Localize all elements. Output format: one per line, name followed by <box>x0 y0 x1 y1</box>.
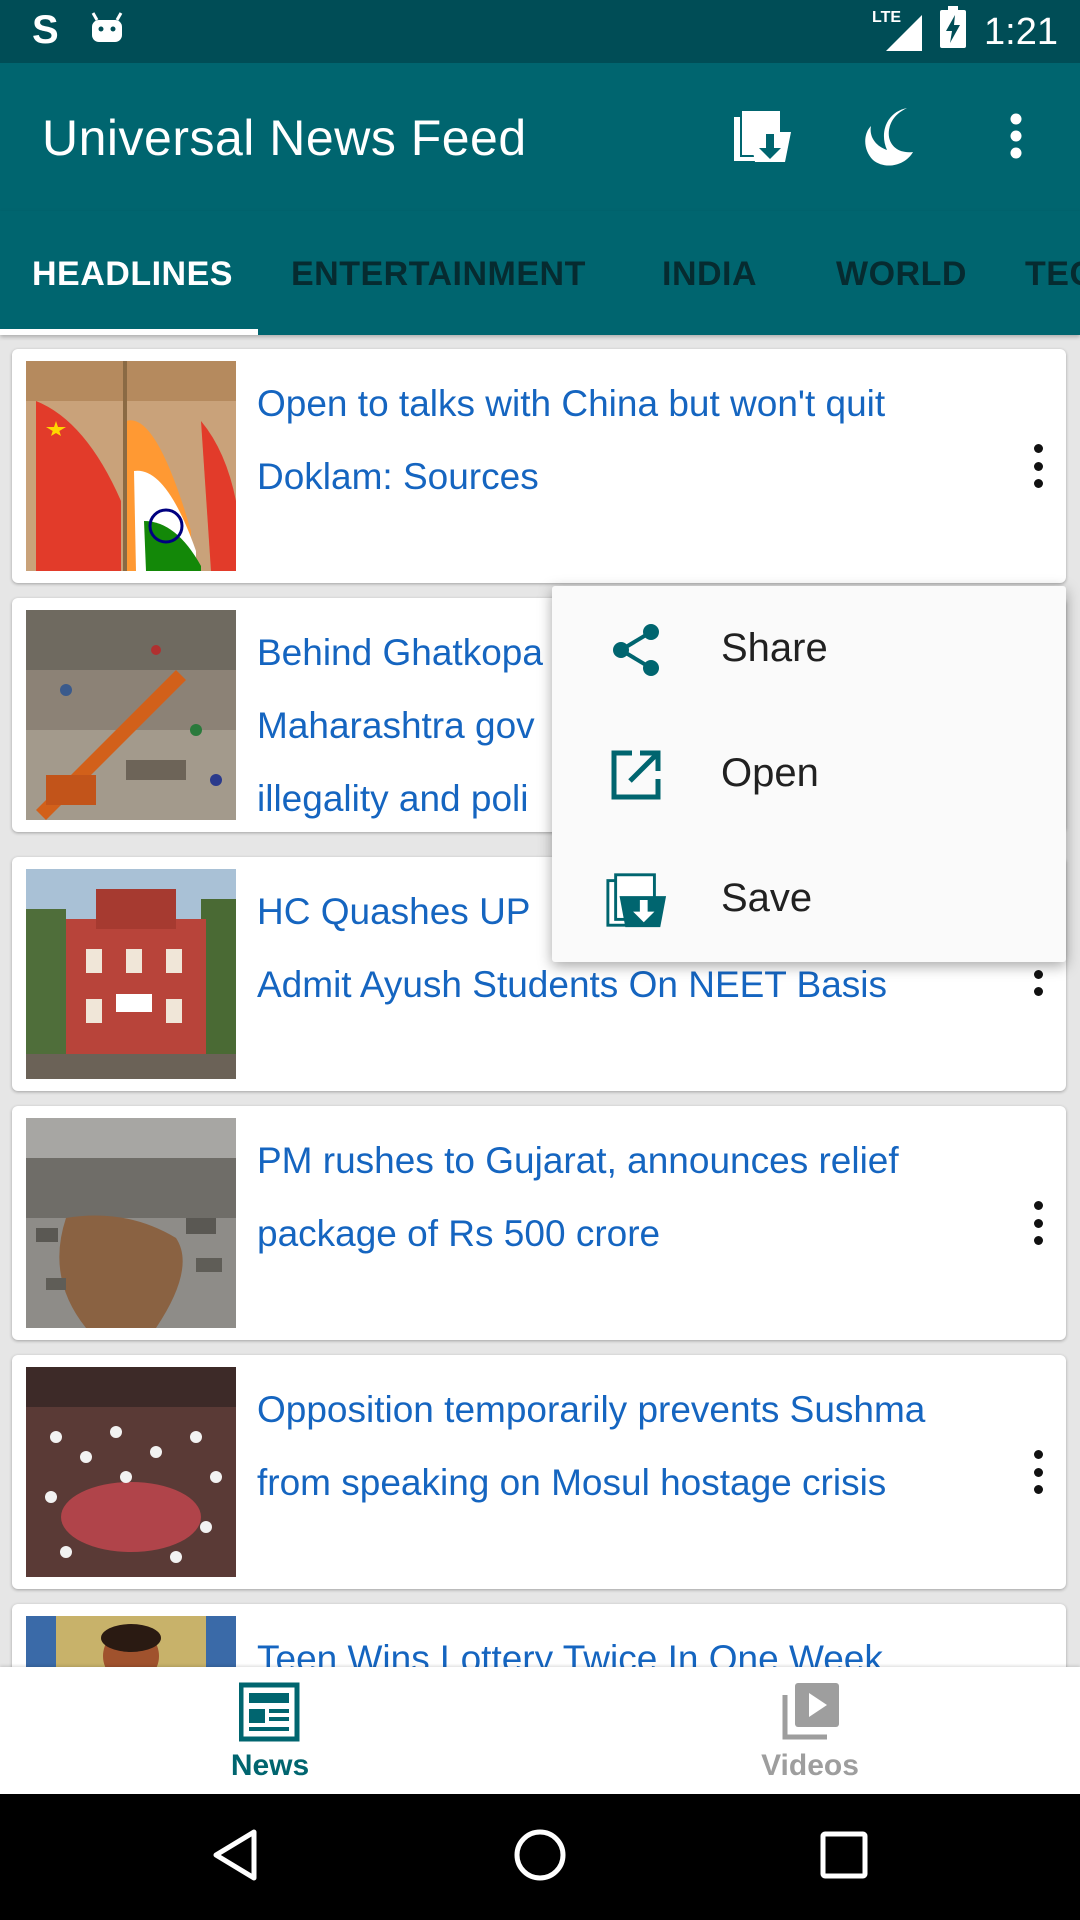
recents-icon <box>819 1830 869 1885</box>
category-tabs: HEADLINES ENTERTAINMENT INDIA WORLD TEC <box>0 211 1080 335</box>
article-headline[interactable]: PM rushes to Gujarat, announces relief p… <box>257 1124 997 1270</box>
home-button[interactable] <box>505 1822 575 1892</box>
article-thumbnail <box>26 1367 236 1577</box>
article-thumbnail <box>26 361 236 571</box>
lte-signal-icon: LTE <box>872 9 923 53</box>
newspaper-icon <box>235 1677 305 1747</box>
tab-headlines[interactable]: HEADLINES <box>32 255 233 294</box>
video-library-icon <box>775 1677 845 1747</box>
overflow-menu-button[interactable] <box>981 103 1051 173</box>
share-icon <box>604 618 668 682</box>
tab-world[interactable]: WORLD <box>836 255 967 294</box>
bottom-nav-label: Videos <box>761 1749 859 1782</box>
bottom-nav-news[interactable]: News <box>0 1667 540 1794</box>
menu-item-label: Save <box>721 876 813 920</box>
menu-item-save[interactable]: Save <box>552 836 1066 961</box>
article-thumbnail <box>26 1118 236 1328</box>
status-bar: S LTE 1:21 <box>0 0 1080 63</box>
menu-item-open[interactable]: Open <box>552 711 1066 836</box>
home-icon <box>512 1827 568 1888</box>
recents-button[interactable] <box>809 1822 879 1892</box>
article-thumbnail <box>26 610 236 820</box>
article-overflow-icon[interactable] <box>1028 444 1048 488</box>
news-card[interactable]: Opposition temporarily prevents Sushma f… <box>12 1355 1066 1589</box>
back-icon <box>210 1828 260 1887</box>
article-thumbnail <box>26 869 236 1079</box>
carrier-letter: S <box>32 8 59 52</box>
menu-item-label: Open <box>721 751 819 795</box>
article-overflow-icon[interactable] <box>1028 1450 1048 1494</box>
back-button[interactable] <box>200 1822 270 1892</box>
clock: 1:21 <box>984 10 1058 53</box>
bottom-nav-label: News <box>230 1749 310 1782</box>
app-bar: Universal News Feed <box>0 63 1080 211</box>
save-icon <box>604 868 668 932</box>
bottom-navigation: News Videos <box>0 1667 1080 1794</box>
android-icon <box>89 12 125 49</box>
saved-news-icon <box>729 106 795 171</box>
saved-news-button[interactable] <box>727 103 797 173</box>
article-headline[interactable]: Opposition temporarily prevents Sushma f… <box>257 1373 997 1519</box>
system-navigation-bar <box>0 1794 1080 1920</box>
night-mode-button[interactable] <box>852 103 922 173</box>
night-mode-icon <box>857 104 917 173</box>
battery-charging-icon <box>940 6 967 58</box>
news-card[interactable]: Open to talks with China but won't quit … <box>12 349 1066 583</box>
tab-india[interactable]: INDIA <box>662 255 757 294</box>
bottom-nav-videos[interactable]: Videos <box>540 1667 1080 1794</box>
article-context-menu: Share Open Save <box>552 586 1066 962</box>
article-headline[interactable]: Open to talks with China but won't quit … <box>257 367 997 513</box>
news-card[interactable]: PM rushes to Gujarat, announces relief p… <box>12 1106 1066 1340</box>
article-overflow-icon[interactable] <box>1028 1201 1048 1245</box>
app-title: Universal News Feed <box>42 110 527 166</box>
overflow-menu-icon <box>1009 113 1023 164</box>
network-type: LTE <box>872 9 902 26</box>
active-tab-indicator <box>0 329 258 335</box>
tab-entertainment[interactable]: ENTERTAINMENT <box>291 255 586 294</box>
menu-item-share[interactable]: Share <box>552 586 1066 711</box>
open-external-icon <box>604 743 668 807</box>
menu-item-label: Share <box>721 626 828 670</box>
tab-technology[interactable]: TEC <box>1025 255 1080 294</box>
